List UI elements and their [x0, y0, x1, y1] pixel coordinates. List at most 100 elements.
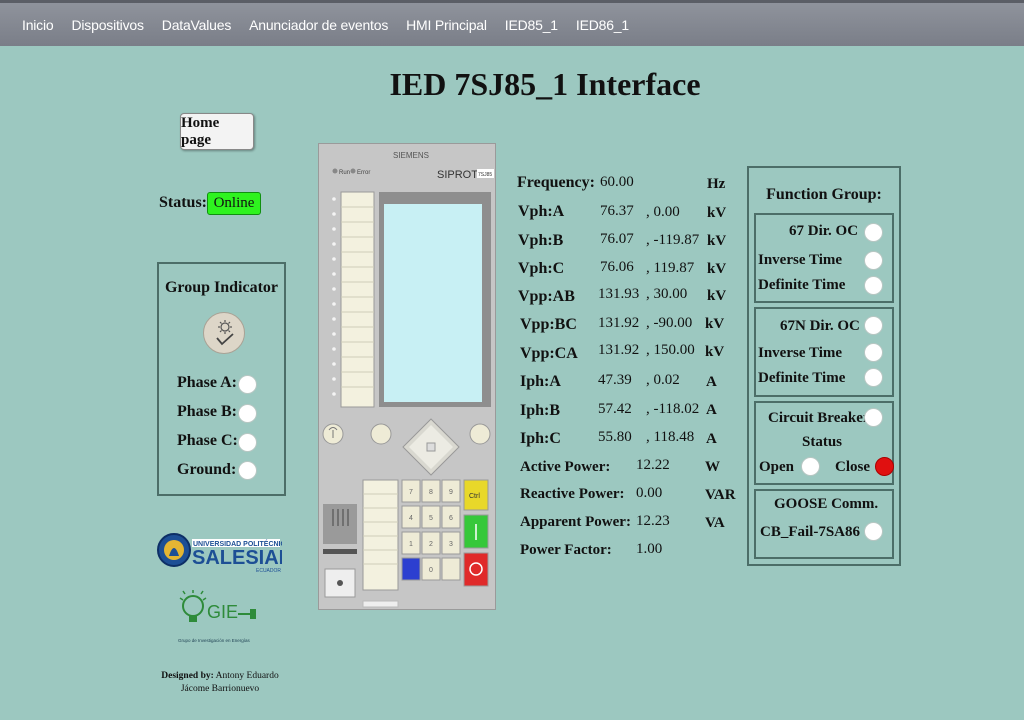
active-power-value: 12.22 [636, 457, 670, 473]
key-3: 3 [449, 541, 453, 548]
goose-box: GOOSE Comm. CB_Fail-7SA86 [754, 489, 894, 559]
iph-c-unit: A [706, 431, 717, 447]
device-error-label: Error [357, 170, 370, 176]
iph-c-label: Iph:C [520, 430, 561, 447]
dir-oc-n-inverse-label: Inverse Time [758, 345, 843, 361]
power-factor-label: Power Factor: [520, 542, 612, 558]
phase-a-led [238, 375, 257, 394]
iph-b-value: 57.42 [598, 401, 632, 417]
vph-b-label: Vph:B [518, 232, 564, 249]
nav-hmi-principal[interactable]: HMI Principal [406, 17, 487, 33]
key-2: 2 [429, 541, 433, 548]
credits: Designed by: Antony Eduardo Jácome Barri… [150, 670, 290, 696]
dir-oc-n-title: 67N Dir. OC [780, 318, 860, 334]
vph-c-value: 76.06 [600, 259, 634, 275]
dir-oc-box: 67 Dir. OC Inverse Time Definite Time [754, 213, 894, 303]
nav-anunciador[interactable]: Anunciador de eventos [249, 17, 388, 33]
vpp-ab-label: Vpp:AB [518, 288, 575, 305]
credits-line1: Antony Eduardo [215, 671, 279, 681]
ups-logo-main-text: SALESIANA [192, 547, 282, 569]
gie-logo-sub-text: Grupo de Investigación en Energías [178, 638, 251, 643]
nav-datavalues[interactable]: DataValues [162, 17, 232, 33]
goose-item-label: CB_Fail-7SA86 [760, 524, 861, 540]
ground-label: Ground: [177, 461, 237, 478]
function-group-title: Function Group: [766, 186, 882, 203]
key-5: 5 [429, 515, 433, 522]
key-7: 7 [409, 489, 413, 496]
credits-label: Designed by: [161, 671, 214, 681]
vpp-ca-value: 131.92 [598, 342, 640, 358]
vpp-ab-value: 131.93 [598, 286, 640, 302]
iph-b-angle: , -118.02 [646, 401, 700, 417]
dir-oc-definite-label: Definite Time [758, 277, 846, 293]
key-0: 0 [429, 567, 433, 574]
key-9: 9 [449, 489, 453, 496]
vpp-ab-unit: kV [707, 288, 727, 304]
vpp-ca-label: Vpp:CA [520, 345, 578, 362]
apparent-power-unit: VA [705, 515, 725, 531]
breaker-led [864, 408, 883, 427]
frequency-value: 60.00 [600, 174, 634, 190]
power-factor-value: 1.00 [636, 541, 663, 557]
phase-a-label: Phase A: [177, 374, 237, 391]
vpp-ca-angle: , 150.00 [646, 342, 695, 358]
phase-c-label: Phase C: [177, 432, 238, 449]
phase-b-led [238, 404, 257, 423]
apparent-power-value: 12.23 [636, 513, 670, 529]
iph-b-unit: A [706, 402, 717, 418]
key-1: 1 [409, 541, 413, 548]
iph-a-unit: A [706, 374, 717, 390]
key-4: 4 [409, 515, 413, 522]
apparent-power-label: Apparent Power: [520, 514, 631, 530]
goose-item-led [864, 522, 883, 541]
phase-b-label: Phase B: [177, 403, 237, 420]
breaker-close-label: Close [835, 459, 870, 475]
function-group-panel: Function Group: 67 Dir. OC Inverse Time … [747, 166, 901, 566]
ground-led [238, 461, 257, 480]
siprotec-device-image: SIEMENS Run Error SIPROTEC 7SJ85 7 8 9 4… [318, 143, 496, 610]
device-run-label: Run [339, 170, 350, 176]
ups-logo: UNIVERSIDAD POLITÉCNICA SALESIANA ECUADO… [156, 528, 308, 579]
reactive-power-value: 0.00 [636, 485, 663, 501]
top-navbar: Inicio Dispositivos DataValues Anunciado… [0, 0, 1024, 46]
group-indicator-panel: Group Indicator Phase A: Phase B: Phase … [157, 262, 286, 496]
goose-title: GOOSE Comm. [774, 496, 879, 512]
status-label: Status: [159, 194, 208, 211]
vpp-bc-label: Vpp:BC [520, 316, 577, 333]
nav-ied85[interactable]: IED85_1 [505, 17, 558, 33]
ups-logo-sub-text: ECUADOR [256, 568, 281, 574]
frequency-label: Frequency: [517, 174, 595, 191]
circuit-breaker-box: Circuit Breaker Status Open Close [754, 401, 894, 485]
dir-oc-n-definite-label: Definite Time [758, 370, 846, 386]
vph-a-value: 76.37 [600, 203, 634, 219]
vpp-bc-angle: , -90.00 [646, 315, 693, 331]
vph-c-unit: kV [707, 261, 727, 277]
dir-oc-led [864, 223, 883, 242]
iph-a-angle: , 0.02 [646, 372, 680, 388]
vpp-ab-angle: , 30.00 [646, 286, 688, 302]
reactive-power-unit: VAR [705, 487, 736, 503]
active-power-unit: W [705, 459, 720, 475]
vph-a-angle: , 0.00 [646, 204, 680, 220]
dir-oc-inverse-led [864, 251, 883, 270]
breaker-title: Circuit Breaker [768, 410, 870, 426]
group-indicator-title: Group Indicator [164, 279, 279, 296]
dir-oc-n-led [864, 316, 883, 335]
gie-logo-main-text: GIE [207, 602, 238, 622]
reactive-power-label: Reactive Power: [520, 486, 625, 502]
vph-b-value: 76.07 [600, 231, 634, 247]
active-power-label: Active Power: [520, 459, 611, 475]
home-page-button[interactable]: Home page [180, 113, 254, 150]
nav-dispositivos[interactable]: Dispositivos [71, 17, 143, 33]
vpp-bc-value: 131.92 [598, 315, 640, 331]
nav-inicio[interactable]: Inicio [22, 17, 54, 33]
breaker-open-led [801, 457, 820, 476]
dir-oc-n-inverse-led [864, 343, 883, 362]
dir-oc-n-definite-led [864, 368, 883, 387]
vph-a-label: Vph:A [518, 203, 565, 220]
vpp-ca-unit: kV [705, 344, 725, 360]
phase-c-led [238, 433, 257, 452]
frequency-unit: Hz [707, 176, 726, 192]
iph-b-label: Iph:B [520, 402, 561, 419]
nav-ied86[interactable]: IED86_1 [576, 17, 629, 33]
